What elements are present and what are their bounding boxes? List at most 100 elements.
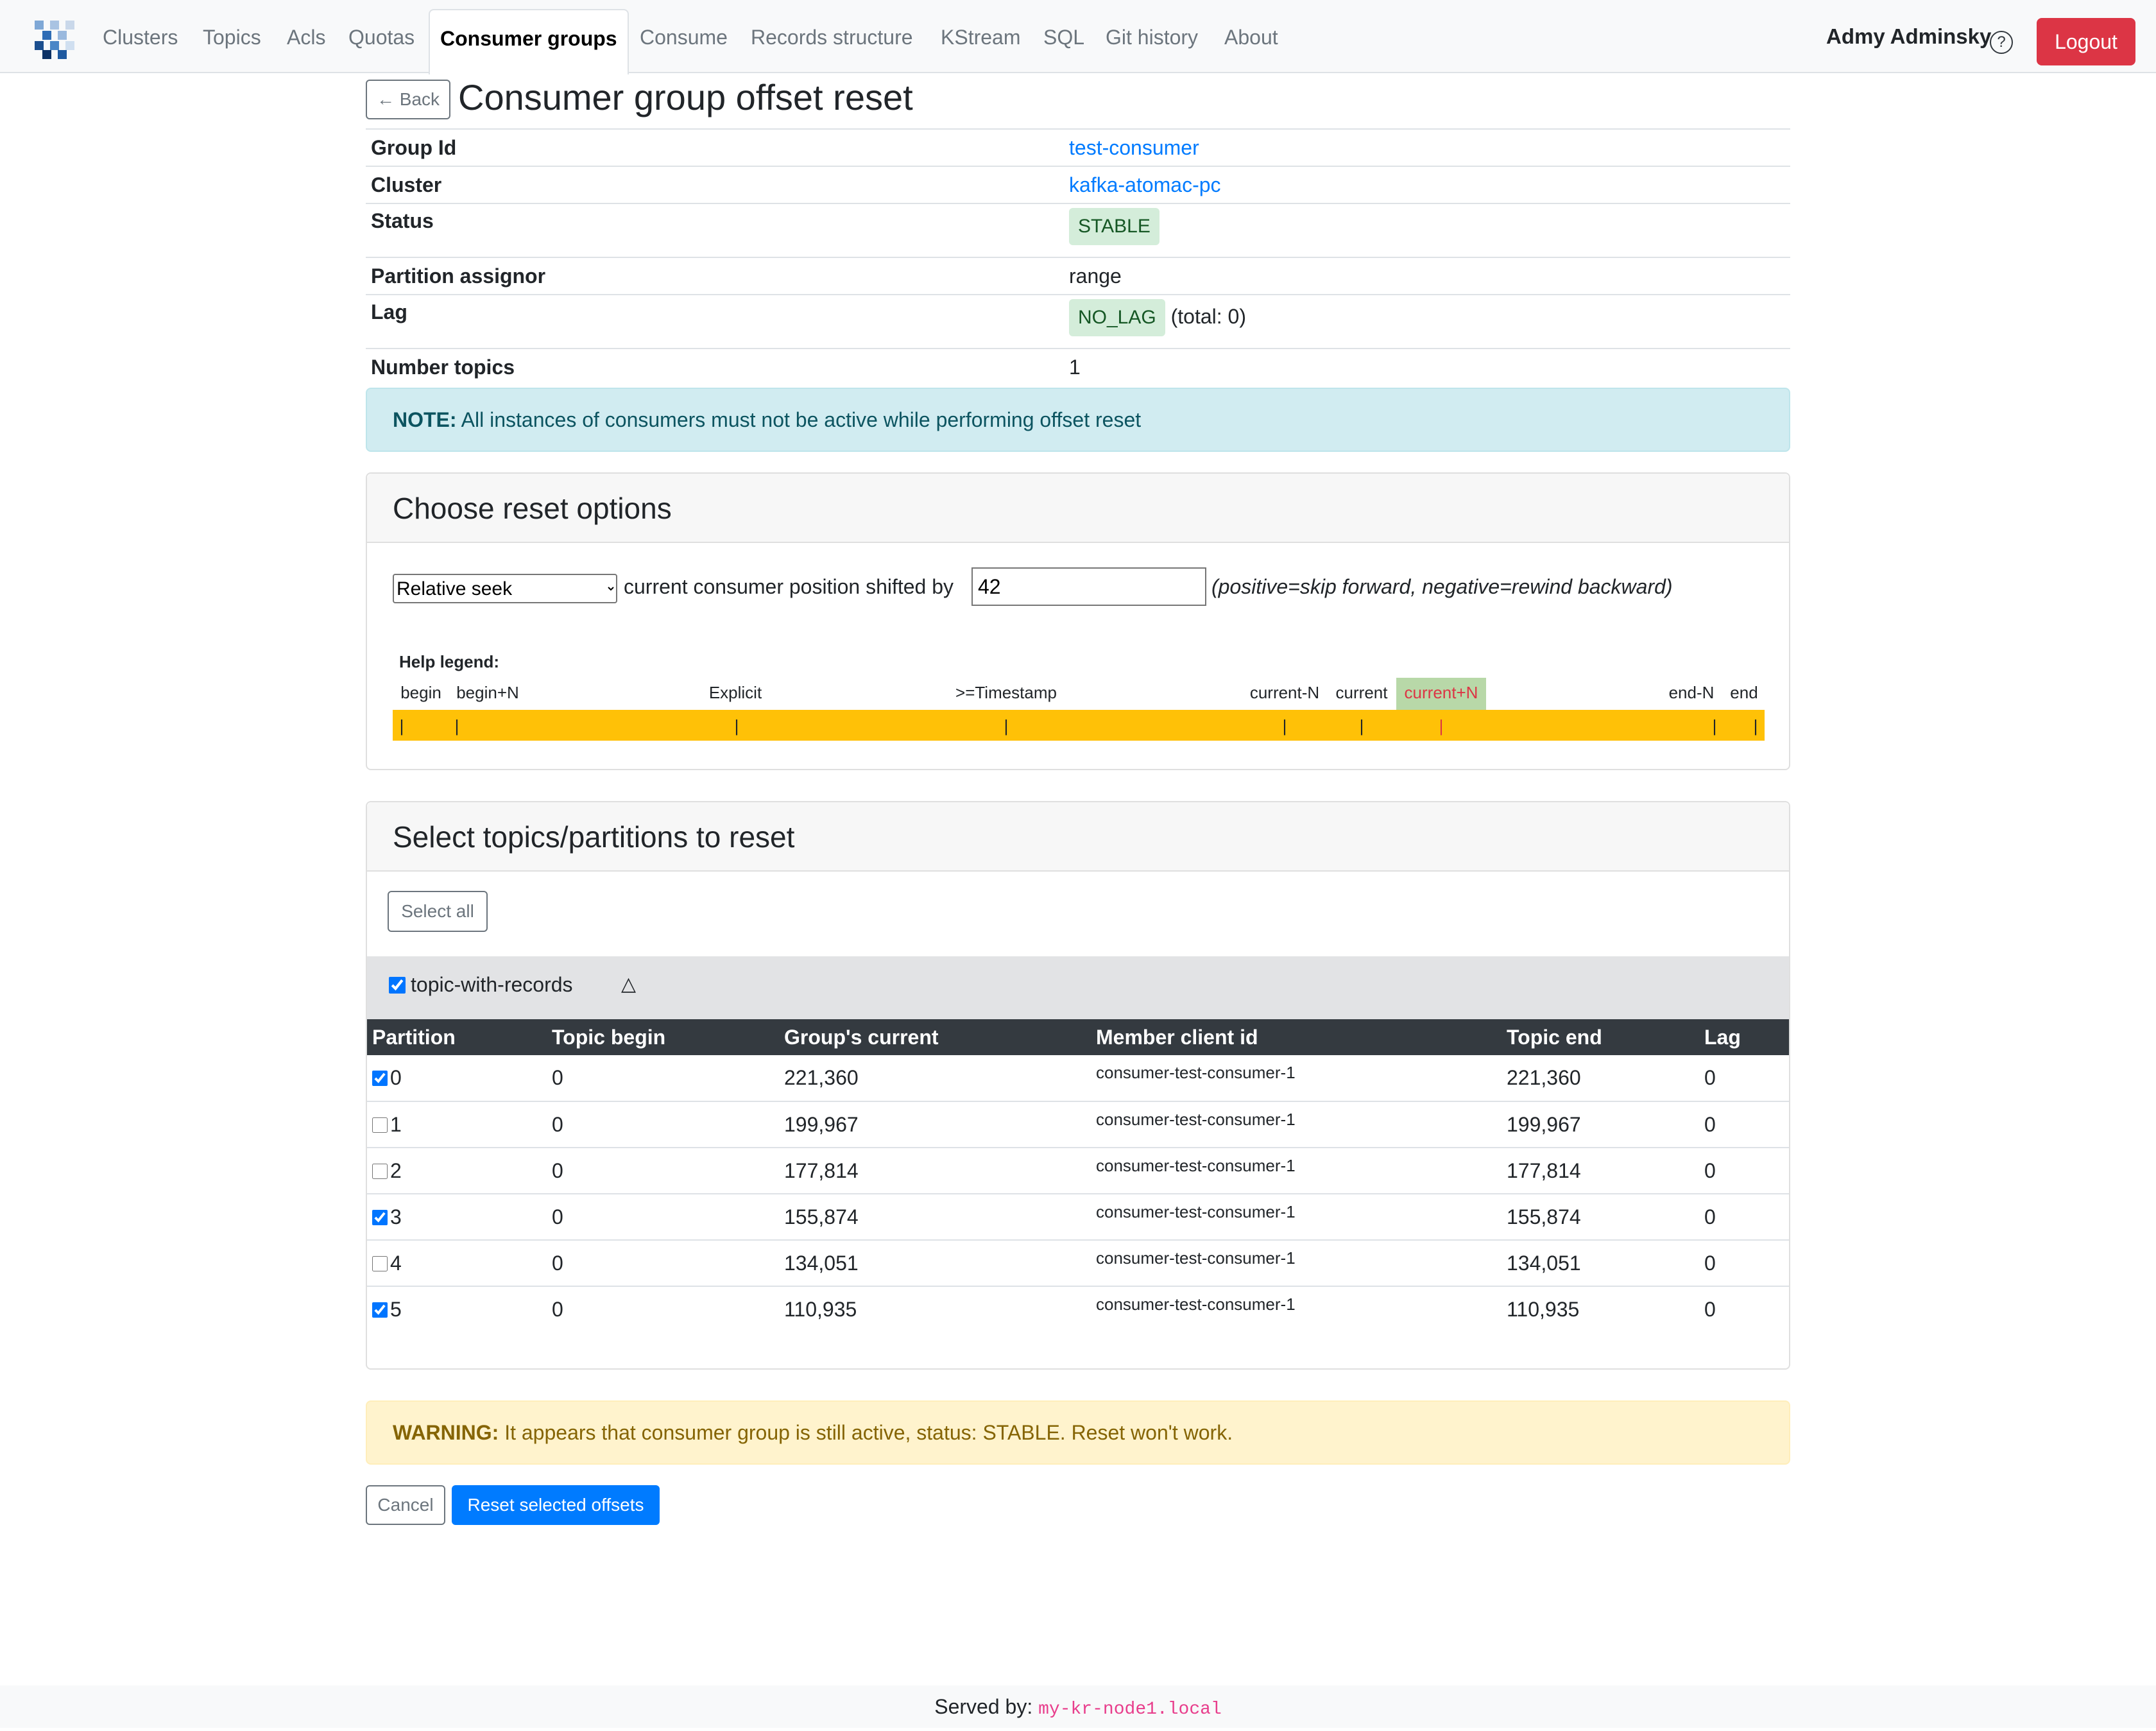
topic-begin-cell: 0	[547, 1194, 779, 1241]
reset-selected-offsets-button[interactable]: Reset selected offsets	[452, 1485, 660, 1525]
member-client-id-cell: consumer-test-consumer-1	[1096, 1295, 1296, 1314]
nav-kstream[interactable]: KStream	[941, 9, 1020, 73]
partition-checkbox[interactable]	[372, 1209, 388, 1225]
note-text: All instances of consumers must not be a…	[456, 408, 1142, 431]
column-header-topic-end: Topic end	[1502, 1019, 1699, 1055]
warning-alert: WARNING: It appears that consumer group …	[366, 1400, 1790, 1465]
nav-quotas[interactable]: Quotas	[348, 9, 415, 73]
partition-checkbox[interactable]	[372, 1302, 388, 1318]
nav-topics[interactable]: Topics	[203, 9, 261, 73]
group-id-link[interactable]: test-consumer	[1069, 136, 1199, 159]
nav-git-history[interactable]: Git history	[1106, 9, 1198, 73]
shift-input[interactable]	[971, 567, 1206, 606]
partition-checkbox[interactable]	[372, 1117, 388, 1133]
served-by-label: Served by:	[934, 1695, 1039, 1718]
cancel-button[interactable]: Cancel	[366, 1485, 445, 1525]
status-label: Status	[366, 203, 1064, 257]
legend-label-timestamp: >=Timestamp	[955, 683, 1057, 702]
partition-id: 5	[390, 1298, 402, 1321]
partition-id: 0	[390, 1066, 402, 1089]
lag-cell: 0	[1699, 1101, 1789, 1148]
legend-label-begin: begin	[400, 683, 441, 702]
status-badge: STABLE	[1069, 208, 1159, 245]
lag-badge: NO_LAG	[1069, 299, 1165, 336]
legend-label-current: current	[1335, 683, 1388, 702]
nav-acls[interactable]: Acls	[287, 9, 325, 73]
nav-consume[interactable]: Consume	[640, 9, 728, 73]
back-button[interactable]: ← Back	[366, 80, 450, 119]
select-all-button[interactable]: Select all	[388, 891, 488, 932]
lag-label: Lag	[366, 294, 1064, 349]
legend-label-end-minus-n: end-N	[1668, 683, 1715, 702]
lag-cell: 0	[1704, 1298, 1716, 1321]
shift-hint: (positive=skip forward, negative=rewind …	[1211, 575, 1673, 598]
reset-mode-select[interactable]: Relative seek	[393, 574, 617, 603]
group-current-cell: 155,874	[779, 1194, 1091, 1241]
note-alert: NOTE: All instances of consumers must no…	[366, 388, 1790, 452]
topic-checkbox[interactable]	[389, 977, 406, 994]
table-row: 4 0 134,051 consumer-test-consumer-1 134…	[367, 1240, 1789, 1287]
partitions-table: Partition Topic begin Group's current Me…	[367, 1019, 1789, 1332]
legend-label-explicit: Explicit	[708, 683, 762, 702]
partition-id: 2	[390, 1158, 402, 1182]
partition-id: 4	[390, 1251, 402, 1275]
logout-button[interactable]: Logout	[2037, 18, 2135, 65]
page-title: Consumer group offset reset	[458, 77, 913, 117]
legend-label-current-plus-n: current+N	[1404, 683, 1478, 702]
group-id-label: Group Id	[366, 128, 1064, 166]
nav-consumer-groups[interactable]: Consumer groups	[429, 9, 629, 74]
nav-about[interactable]: About	[1224, 9, 1278, 73]
cluster-link[interactable]: kafka-atomac-pc	[1069, 173, 1221, 196]
legend-title: Help legend:	[399, 652, 500, 671]
member-client-id-cell: consumer-test-consumer-1	[1091, 1148, 1502, 1194]
topic-end-cell: 199,967	[1502, 1101, 1699, 1148]
member-client-id-cell: consumer-test-consumer-1	[1091, 1101, 1502, 1148]
group-current-cell: 134,051	[779, 1240, 1091, 1287]
column-header-member-client-id: Member client id	[1091, 1019, 1502, 1055]
warning-text: It appears that consumer group is still …	[499, 1421, 1233, 1444]
cluster-label: Cluster	[366, 166, 1064, 203]
partition-checkbox[interactable]	[372, 1255, 388, 1271]
group-current-cell: 177,814	[779, 1148, 1091, 1194]
nav-sql[interactable]: SQL	[1043, 9, 1084, 73]
user-name[interactable]: Admy Adminsky	[1826, 24, 1991, 49]
legend-tick-begin-n: |	[454, 716, 459, 736]
served-by-node: my-kr-node1.local	[1038, 1700, 1222, 1719]
legend-tick-explicit: |	[734, 716, 739, 736]
num-topics-label: Number topics	[366, 348, 1064, 386]
topics-partitions-card: Select topics/partitions to reset Select…	[366, 801, 1790, 1370]
help-icon[interactable]: ?	[1990, 31, 2013, 54]
topic-end-cell: 155,874	[1502, 1194, 1699, 1241]
legend-tick-current-plus-n: |	[1439, 716, 1444, 736]
group-current-cell: 221,360	[779, 1055, 1091, 1102]
lag-total: (total: 0)	[1170, 305, 1246, 328]
topic-end-cell: 134,051	[1502, 1240, 1699, 1287]
topic-begin-cell: 0	[547, 1101, 779, 1148]
topic-end-cell: 110,935	[1507, 1298, 1580, 1321]
shift-label: current consumer position shifted by	[624, 575, 954, 598]
topic-row: topic-with-records △	[367, 956, 1789, 1019]
partition-checkbox[interactable]	[372, 1071, 388, 1086]
legend-tick-current-minus-n: |	[1282, 716, 1287, 736]
partition-checkbox[interactable]	[372, 1163, 388, 1179]
legend-tick-end-minus-n: |	[1712, 716, 1717, 736]
legend-label-end: end	[1730, 683, 1758, 702]
nav-clusters[interactable]: Clusters	[103, 9, 178, 73]
kafkistry-logo-icon[interactable]	[35, 21, 76, 59]
legend-tick-timestamp: |	[1004, 716, 1009, 736]
collapse-triangle-icon[interactable]: △	[621, 973, 636, 995]
column-header-lag: Lag	[1699, 1019, 1789, 1055]
topic-end-cell: 221,360	[1502, 1055, 1699, 1102]
topic-begin-cell: 0	[547, 1240, 779, 1287]
group-current-cell: 199,967	[779, 1101, 1091, 1148]
legend-tick-end: |	[1753, 716, 1758, 736]
topics-partitions-header: Select topics/partitions to reset	[367, 802, 1789, 872]
footer: Served by: my-kr-node1.local	[0, 1685, 2156, 1728]
topic-begin-cell: 0	[547, 1055, 779, 1102]
group-current-cell: 110,935	[784, 1298, 857, 1321]
topic-begin-cell: 0	[547, 1148, 779, 1194]
nav-records-structure[interactable]: Records structure	[751, 9, 913, 73]
topic-begin-cell: 0	[552, 1298, 563, 1321]
group-info-table: Group Id test-consumer Cluster kafka-ato…	[366, 128, 1790, 386]
column-header-partition: Partition	[367, 1019, 547, 1055]
